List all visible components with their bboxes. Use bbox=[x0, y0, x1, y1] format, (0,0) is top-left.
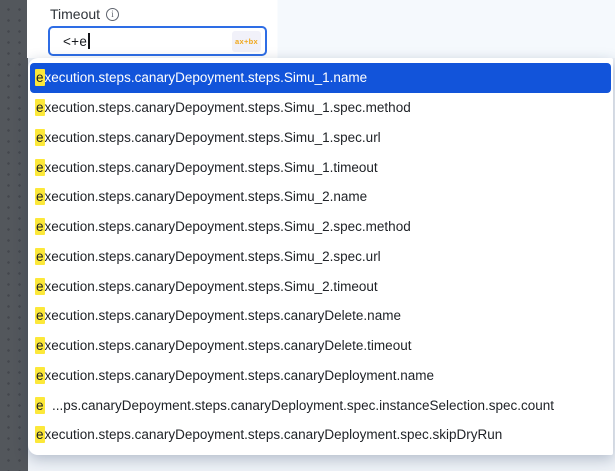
timeout-input[interactable]: <+e ax+bx bbox=[48, 26, 267, 56]
expression-type-badge[interactable]: ax+bx bbox=[232, 31, 261, 52]
match-highlight: e bbox=[35, 129, 45, 146]
suggestion-text: ...ps.canaryDepoyment.steps.canaryDeploy… bbox=[45, 398, 555, 413]
match-highlight: e bbox=[35, 248, 45, 265]
suggestion-text: xecution.steps.canaryDepoyment.steps.Sim… bbox=[45, 70, 368, 85]
suggestion-text: xecution.steps.canaryDepoyment.steps.Sim… bbox=[45, 100, 411, 115]
match-highlight: e bbox=[35, 159, 45, 176]
suggestion-item[interactable]: execution.steps.canaryDepoyment.steps.ca… bbox=[30, 301, 611, 331]
suggestion-item[interactable]: execution.steps.canaryDepoyment.steps.Si… bbox=[30, 271, 611, 301]
text-cursor bbox=[88, 33, 90, 49]
suggestion-item[interactable]: execution.steps.canaryDepoyment.steps.ca… bbox=[30, 331, 611, 361]
suggestion-text: xecution.steps.canaryDepoyment.steps.Sim… bbox=[45, 279, 378, 294]
timeout-input-value: <+e bbox=[63, 34, 87, 49]
timeout-field-label: Timeout i bbox=[50, 6, 119, 22]
suggestion-item[interactable]: execution.steps.canaryDepoyment.steps.Si… bbox=[30, 63, 611, 93]
match-highlight: e bbox=[35, 99, 45, 116]
pipeline-canvas-background bbox=[0, 0, 28, 471]
suggestion-item[interactable]: execution.steps.canaryDepoyment.steps.Si… bbox=[30, 93, 611, 123]
match-highlight: e bbox=[35, 426, 45, 443]
suggestion-item[interactable]: execution.steps.canaryDepoyment.steps.Si… bbox=[30, 152, 611, 182]
match-highlight: e bbox=[35, 218, 45, 235]
suggestion-item[interactable]: execution.steps.canaryDepoyment.steps.Si… bbox=[30, 182, 611, 212]
suggestion-text: xecution.steps.canaryDepoyment.steps.Sim… bbox=[45, 160, 378, 175]
suggestion-text: xecution.steps.canaryDepoyment.steps.Sim… bbox=[45, 130, 381, 145]
match-highlight: e bbox=[35, 69, 45, 86]
suggestion-item[interactable]: execution.steps.canaryDepoyment.steps.ca… bbox=[30, 420, 611, 450]
timeout-label-text: Timeout bbox=[50, 6, 100, 22]
suggestion-item[interactable]: execution.steps.canaryDepoyment.steps.Si… bbox=[30, 242, 611, 272]
match-highlight: e bbox=[35, 307, 45, 324]
match-highlight: e bbox=[35, 188, 45, 205]
match-highlight: e bbox=[35, 367, 45, 384]
info-icon[interactable]: i bbox=[106, 8, 119, 21]
suggestion-text: xecution.steps.canaryDepoyment.steps.can… bbox=[45, 338, 412, 353]
suggestion-text: xecution.steps.canaryDepoyment.steps.can… bbox=[45, 368, 434, 383]
suggestion-item[interactable]: execution.steps.canaryDepoyment.steps.Si… bbox=[30, 123, 611, 153]
match-highlight: e bbox=[35, 278, 45, 295]
suggestion-text: xecution.steps.canaryDepoyment.steps.Sim… bbox=[45, 189, 368, 204]
suggestion-item[interactable]: execution.steps.canaryDepoyment.steps.Si… bbox=[30, 212, 611, 242]
match-highlight: e bbox=[35, 337, 45, 354]
expression-autocomplete-dropdown: execution.steps.canaryDepoyment.steps.Si… bbox=[28, 58, 613, 455]
match-highlight: e bbox=[35, 397, 45, 414]
form-panel: Timeout i <+e ax+bx bbox=[27, 0, 615, 58]
suggestion-item[interactable]: e ...ps.canaryDepoyment.steps.canaryDepl… bbox=[30, 390, 611, 420]
suggestion-text: xecution.steps.canaryDepoyment.steps.Sim… bbox=[45, 219, 411, 234]
suggestion-item[interactable]: execution.steps.canaryDepoyment.steps.ca… bbox=[30, 361, 611, 391]
suggestion-text: xecution.steps.canaryDepoyment.steps.can… bbox=[45, 427, 503, 442]
suggestion-text: xecution.steps.canaryDepoyment.steps.can… bbox=[45, 308, 401, 323]
suggestion-list: execution.steps.canaryDepoyment.steps.Si… bbox=[28, 63, 613, 450]
suggestion-text: xecution.steps.canaryDepoyment.steps.Sim… bbox=[45, 249, 381, 264]
